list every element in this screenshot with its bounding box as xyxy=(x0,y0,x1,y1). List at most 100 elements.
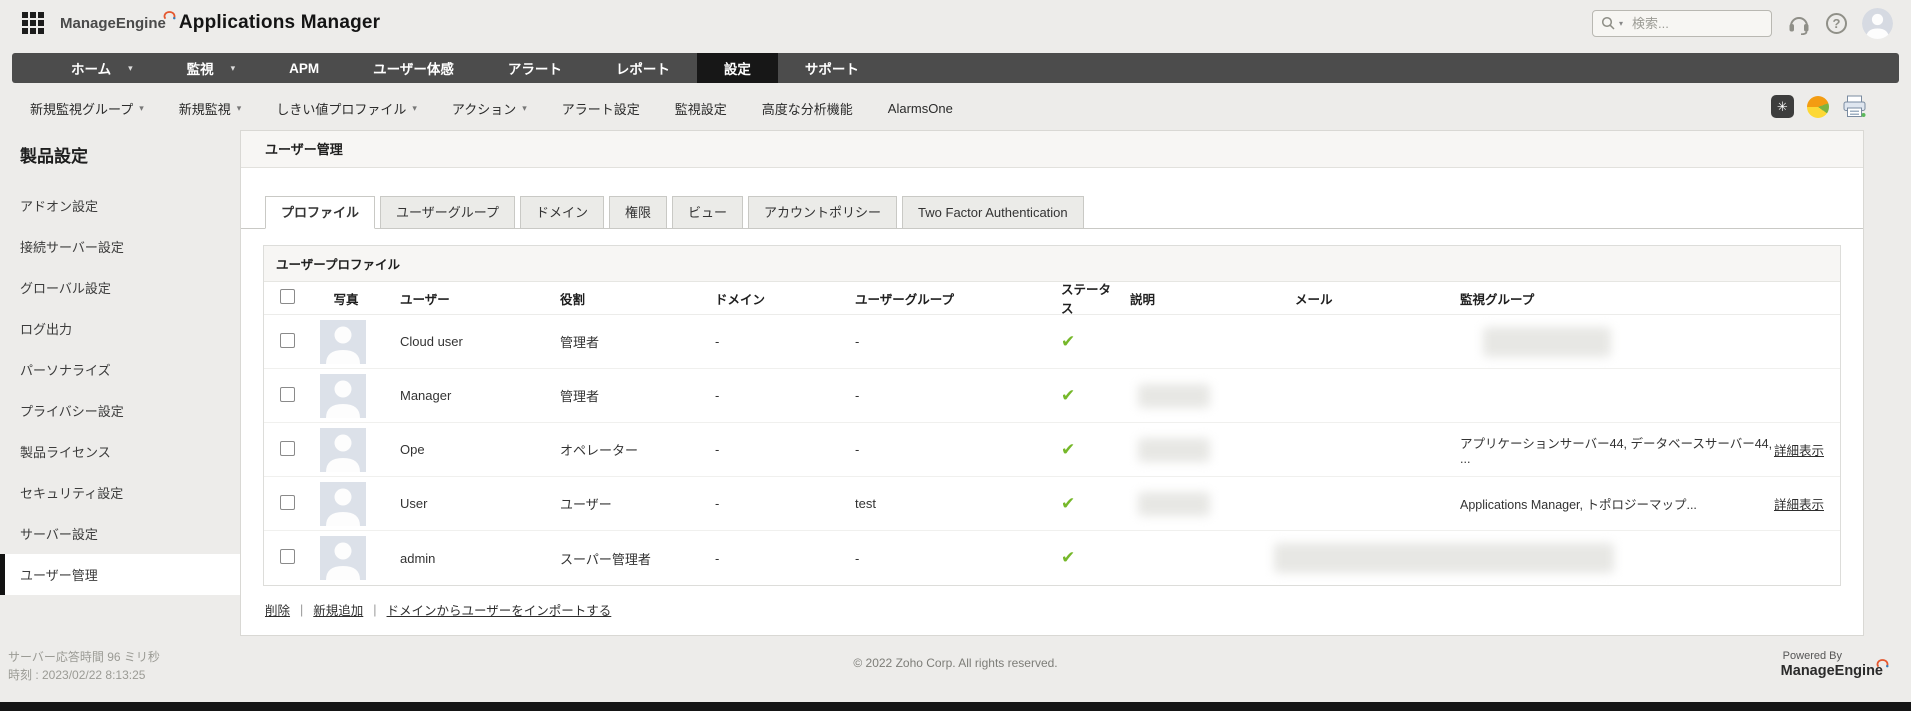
subnav-item-2[interactable]: しきい値プロファイル▾ xyxy=(276,99,417,118)
role-cell: オペレーター xyxy=(546,440,701,459)
status-ok-icon: ✔ xyxy=(1061,386,1075,405)
snapshot-refresh-icon[interactable]: ✳ xyxy=(1771,95,1794,118)
subnav-item-4[interactable]: アラート設定 xyxy=(562,99,640,118)
content-panel: ユーザー管理 プロファイルユーザーグループドメイン権限ビューアカウントポリシーT… xyxy=(240,130,1864,636)
row-checkbox[interactable] xyxy=(280,549,295,564)
user-name-cell: Manager xyxy=(386,388,546,403)
support-headset-icon[interactable] xyxy=(1787,12,1811,35)
sidebar-item-5[interactable]: プライバシー設定 xyxy=(0,390,240,431)
tab-4[interactable]: ビュー xyxy=(672,196,743,229)
sidebar-item-8[interactable]: サーバー設定 xyxy=(0,513,240,554)
nav-item-0[interactable]: ホーム▾ xyxy=(44,53,160,83)
row-checkbox[interactable] xyxy=(280,387,295,402)
action-link-1[interactable]: 新規追加 xyxy=(313,600,363,619)
sidebar-item-9[interactable]: ユーザー管理 xyxy=(0,554,240,595)
redacted-email xyxy=(1274,543,1614,573)
subnav-item-7[interactable]: AlarmsOne xyxy=(888,99,953,118)
row-checkbox[interactable] xyxy=(280,333,295,348)
pie-chart-icon[interactable] xyxy=(1807,96,1829,118)
nav-item-label: APM xyxy=(289,61,319,76)
action-link-0[interactable]: 削除 xyxy=(265,600,290,619)
sidebar-item-3[interactable]: ログ出力 xyxy=(0,308,240,349)
chevron-down-icon: ▾ xyxy=(139,103,144,114)
detail-link[interactable]: 詳細表示 xyxy=(1774,440,1824,459)
user-name-cell: Cloud user xyxy=(386,334,546,349)
nav-item-label: アラート xyxy=(508,58,562,78)
subnav-item-1[interactable]: 新規監視▾ xyxy=(179,99,242,118)
nav-item-2[interactable]: APM xyxy=(262,53,346,83)
column-header-7: 説明 xyxy=(1116,289,1281,308)
tab-3[interactable]: 権限 xyxy=(609,196,667,229)
nav-item-label: ユーザー体感 xyxy=(373,58,454,78)
table-section-title: ユーザープロファイル xyxy=(264,246,1840,282)
search-scope-caret-icon[interactable]: ▾ xyxy=(1619,19,1623,28)
sidebar-item-7[interactable]: セキュリティ設定 xyxy=(0,472,240,513)
role-cell: 管理者 xyxy=(546,386,701,405)
subnav-item-6[interactable]: 高度な分析機能 xyxy=(762,99,853,118)
user-photo-cell xyxy=(306,428,386,472)
chevron-down-icon: ▾ xyxy=(522,103,527,114)
user-photo-cell xyxy=(306,482,386,526)
user-photo xyxy=(320,320,366,364)
redacted-monitor-group xyxy=(1483,327,1611,357)
nav-item-label: 監視 xyxy=(187,58,214,78)
tab-5[interactable]: アカウントポリシー xyxy=(748,196,897,229)
search-box[interactable]: ▾ xyxy=(1592,10,1772,37)
nav-item-4[interactable]: アラート xyxy=(481,53,589,83)
tab-0[interactable]: プロファイル xyxy=(265,196,375,229)
powered-by-brand: ManageEngine xyxy=(1781,663,1883,679)
nav-item-label: 設定 xyxy=(724,58,751,78)
tab-1[interactable]: ユーザーグループ xyxy=(380,196,515,229)
sidebar-item-6[interactable]: 製品ライセンス xyxy=(0,431,240,472)
detail-link[interactable]: 詳細表示 xyxy=(1774,494,1824,513)
user-photo xyxy=(320,374,366,418)
subnav-item-0[interactable]: 新規監視グループ▾ xyxy=(30,99,144,118)
sidebar-item-1[interactable]: 接続サーバー設定 xyxy=(0,226,240,267)
apps-grid-icon[interactable] xyxy=(22,12,44,34)
powered-by: Powered By ManageEngine xyxy=(1781,650,1883,680)
row-checkbox[interactable] xyxy=(280,441,295,456)
powered-by-label: Powered By xyxy=(1783,650,1883,662)
action-link-2[interactable]: ドメインからユーザーをインポートする xyxy=(387,600,612,619)
redacted-description xyxy=(1138,492,1210,516)
nav-item-5[interactable]: レポート xyxy=(589,53,697,83)
user-group-cell: - xyxy=(841,388,1041,403)
subnav-item-3[interactable]: アクション▾ xyxy=(452,99,527,118)
table-row: Userユーザー-test✔Applications Manager, トポロジ… xyxy=(264,477,1840,531)
role-cell: ユーザー xyxy=(546,494,701,513)
nav-item-3[interactable]: ユーザー体感 xyxy=(346,53,481,83)
user-photo xyxy=(320,482,366,526)
column-header-0 xyxy=(264,289,306,307)
row-checkbox[interactable] xyxy=(280,495,295,510)
nav-item-7[interactable]: サポート xyxy=(778,53,886,83)
column-header-6: ステータス xyxy=(1041,279,1116,317)
table-row: adminスーパー管理者--✔ xyxy=(264,531,1840,585)
nav-item-label: レポート xyxy=(616,58,670,78)
subnav-item-label: 監視設定 xyxy=(675,99,727,118)
print-icon[interactable] xyxy=(1842,95,1867,118)
subnav-item-5[interactable]: 監視設定 xyxy=(675,99,727,118)
nav-item-1[interactable]: 監視▾ xyxy=(160,53,263,83)
sidebar-item-0[interactable]: アドオン設定 xyxy=(0,185,240,226)
column-header-2: ユーザー xyxy=(386,289,546,308)
select-all-checkbox[interactable] xyxy=(280,289,295,304)
status-ok-icon: ✔ xyxy=(1061,494,1075,513)
sub-nav-icons: ✳ xyxy=(1771,95,1867,118)
tab-strip: プロファイルユーザーグループドメイン権限ビューアカウントポリシーTwo Fact… xyxy=(241,196,1863,229)
tab-6[interactable]: Two Factor Authentication xyxy=(902,196,1084,229)
nav-item-6[interactable]: 設定 xyxy=(697,53,778,83)
user-avatar[interactable] xyxy=(1862,8,1893,39)
column-header-4: ドメイン xyxy=(701,289,841,308)
tab-2[interactable]: ドメイン xyxy=(520,196,604,229)
row-select-cell xyxy=(264,495,306,513)
column-header-5: ユーザーグループ xyxy=(841,289,1041,308)
user-profile-table: ユーザープロファイル 写真ユーザー役割ドメインユーザーグループステータス説明メー… xyxy=(263,245,1841,586)
header-actions: ▾ ? xyxy=(1592,8,1893,39)
sidebar-item-2[interactable]: グローバル設定 xyxy=(0,267,240,308)
subnav-item-label: アラート設定 xyxy=(562,99,640,118)
help-icon[interactable]: ? xyxy=(1826,13,1847,34)
search-input[interactable] xyxy=(1630,15,1748,32)
sidebar-item-4[interactable]: パーソナライズ xyxy=(0,349,240,390)
app-title: Applications Manager xyxy=(179,12,380,34)
status-ok-icon: ✔ xyxy=(1061,548,1075,567)
